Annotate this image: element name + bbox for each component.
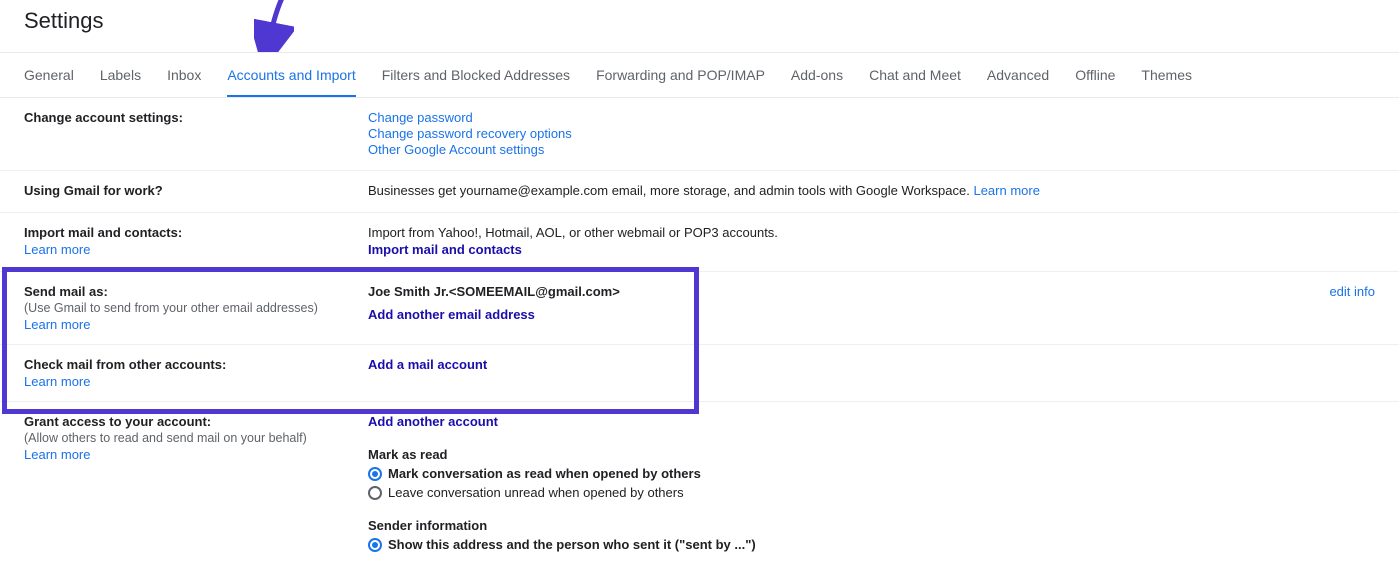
import-mail-and-contacts-label: Import mail and contacts: xyxy=(24,225,352,240)
tab-labels[interactable]: Labels xyxy=(100,53,141,97)
tab-themes[interactable]: Themes xyxy=(1141,53,1192,97)
check-mail-label: Check mail from other accounts: xyxy=(24,357,352,372)
radio-checked-icon xyxy=(368,538,382,552)
grant-access-sub: (Allow others to read and send mail on y… xyxy=(24,431,352,445)
tab-forwarding-and-pop-imap[interactable]: Forwarding and POP/IMAP xyxy=(596,53,765,97)
mark-as-read-option-2-label: Leave conversation unread when opened by… xyxy=(388,485,684,500)
import-mail-desc: Import from Yahoo!, Hotmail, AOL, or oth… xyxy=(368,225,1375,240)
change-account-settings-label: Change account settings: xyxy=(24,110,352,125)
send-mail-as-sub: (Use Gmail to send from your other email… xyxy=(24,301,352,315)
grant-access-label: Grant access to your account: xyxy=(24,414,352,429)
change-password-recovery-link[interactable]: Change password recovery options xyxy=(368,126,572,141)
row-grant-access: Grant access to your account: (Allow oth… xyxy=(0,402,1399,564)
tab-chat-and-meet[interactable]: Chat and Meet xyxy=(869,53,961,97)
edit-info-link[interactable]: edit info xyxy=(1329,284,1375,299)
add-a-mail-account-link[interactable]: Add a mail account xyxy=(368,357,487,372)
workspace-learn-more-link[interactable]: Learn more xyxy=(973,183,1039,198)
page-title: Settings xyxy=(0,0,1399,53)
row-change-account-settings: Change account settings: Change password… xyxy=(0,98,1399,171)
mark-as-read-option-1-label: Mark conversation as read when opened by… xyxy=(388,466,701,481)
sender-info-option-1-label: Show this address and the person who sen… xyxy=(388,537,756,552)
add-another-account-link[interactable]: Add another account xyxy=(368,414,498,429)
row-using-gmail-for-work: Using Gmail for work? Businesses get you… xyxy=(0,171,1399,213)
sender-information-heading: Sender information xyxy=(368,518,1375,533)
sender-info-option-1[interactable]: Show this address and the person who sen… xyxy=(368,537,1375,552)
change-password-link[interactable]: Change password xyxy=(368,110,473,125)
send-as-identity: Joe Smith Jr.<SOMEEMAIL@gmail.com> xyxy=(368,284,620,299)
tab-filters-and-blocked-addresses[interactable]: Filters and Blocked Addresses xyxy=(382,53,570,97)
tab-accounts-and-import[interactable]: Accounts and Import xyxy=(227,53,355,97)
tab-inbox[interactable]: Inbox xyxy=(167,53,201,97)
row-send-mail-as: Send mail as: (Use Gmail to send from yo… xyxy=(0,272,1399,345)
import-mail-learn-more-link[interactable]: Learn more xyxy=(24,242,90,257)
check-mail-learn-more-link[interactable]: Learn more xyxy=(24,374,90,389)
settings-tabs: General Labels Inbox Accounts and Import Fil… xyxy=(0,53,1399,98)
other-google-account-settings-link[interactable]: Other Google Account settings xyxy=(368,142,544,157)
tab-add-ons[interactable]: Add-ons xyxy=(791,53,843,97)
radio-checked-icon xyxy=(368,467,382,481)
workspace-text: Businesses get yourname@example.com emai… xyxy=(368,183,973,198)
tab-general[interactable]: General xyxy=(24,53,74,97)
mark-as-read-option-2[interactable]: Leave conversation unread when opened by… xyxy=(368,485,1375,500)
add-another-email-link[interactable]: Add another email address xyxy=(368,307,535,322)
tab-offline[interactable]: Offline xyxy=(1075,53,1115,97)
radio-unchecked-icon xyxy=(368,486,382,500)
send-mail-as-learn-more-link[interactable]: Learn more xyxy=(24,317,90,332)
using-gmail-for-work-label: Using Gmail for work? xyxy=(24,183,352,198)
row-import-mail-and-contacts: Import mail and contacts: Learn more Imp… xyxy=(0,213,1399,272)
import-mail-and-contacts-link[interactable]: Import mail and contacts xyxy=(368,242,522,257)
mark-as-read-option-1[interactable]: Mark conversation as read when opened by… xyxy=(368,466,1375,481)
mark-as-read-heading: Mark as read xyxy=(368,447,1375,462)
grant-access-learn-more-link[interactable]: Learn more xyxy=(24,447,90,462)
tab-advanced[interactable]: Advanced xyxy=(987,53,1049,97)
send-mail-as-label: Send mail as: xyxy=(24,284,352,299)
row-check-mail-from-other-accounts: Check mail from other accounts: Learn mo… xyxy=(0,345,1399,402)
